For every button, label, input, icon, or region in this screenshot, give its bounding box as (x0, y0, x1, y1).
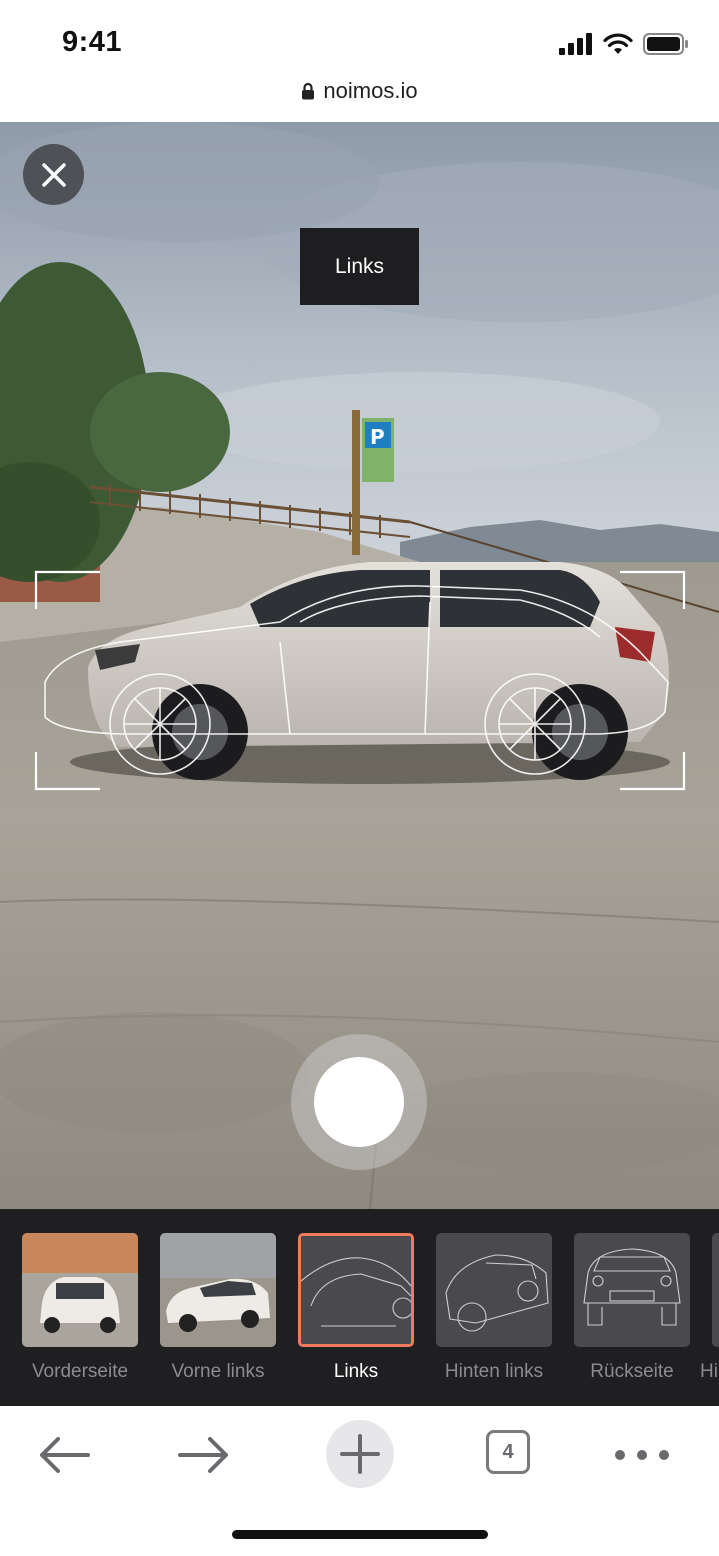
home-indicator (232, 1530, 488, 1539)
thumbnail-hinten-links[interactable] (436, 1233, 552, 1347)
captured-photo-front (22, 1233, 138, 1347)
plus-icon (340, 1434, 380, 1474)
thumbnail-vorne-links[interactable] (160, 1233, 276, 1347)
status-icons (559, 30, 689, 58)
thumbnail-label-links: Links (333, 1361, 379, 1382)
forward-arrow-icon (178, 1437, 228, 1473)
back-arrow-icon (40, 1437, 90, 1473)
lock-icon (302, 82, 315, 100)
status-time: 9:41 (62, 26, 123, 58)
tabs-button[interactable]: 4 (486, 1430, 530, 1474)
view-selector-strip[interactable]: Vorderseite Vorne links Links Hinten lin… (0, 1209, 719, 1406)
new-tab-button[interactable] (326, 1420, 394, 1488)
signal-icon (559, 33, 592, 55)
car-rear-left-outline-icon (445, 1254, 549, 1332)
battery-icon (643, 33, 688, 55)
thumbnail-label-vorne-links: Vorne links (171, 1361, 265, 1382)
close-icon (41, 162, 66, 187)
back-button[interactable] (36, 1420, 92, 1490)
shutter-button[interactable] (314, 1057, 404, 1147)
thumbnail-label-rueckseite: Rückseite (590, 1361, 674, 1382)
thumbnail-rueckseite[interactable] (574, 1233, 690, 1347)
svg-text:P: P (370, 425, 385, 449)
camera-viewfinder: P Links (0, 122, 719, 1209)
thumbnail-hinten-rechts[interactable] (712, 1233, 719, 1347)
car-side-outline-icon (301, 1257, 411, 1327)
more-button[interactable] (612, 1420, 672, 1490)
thumbnail-label-hinten-rechts: Hi (700, 1361, 718, 1382)
more-icon (615, 1450, 669, 1460)
wifi-icon (603, 33, 633, 54)
thumbnail-links[interactable] (298, 1233, 414, 1347)
close-camera-button[interactable] (23, 144, 84, 205)
status-bar: 9:41 (0, 0, 719, 76)
browser-toolbar: 4 (0, 1406, 719, 1556)
forward-button[interactable] (176, 1420, 232, 1490)
thumbnail-label-hinten-links: Hinten links (444, 1361, 544, 1382)
captured-photo-front-left (160, 1233, 276, 1347)
thumbnail-vorderseite[interactable] (22, 1233, 138, 1347)
tab-count: 4 (502, 1440, 514, 1463)
thumbnail-label-vorderseite: Vorderseite (31, 1361, 129, 1382)
address-bar[interactable]: noimos.io (0, 76, 719, 122)
car-rear-outline-icon (583, 1248, 681, 1326)
current-view-label: Links (300, 228, 419, 305)
url-text: noimos.io (323, 78, 418, 103)
